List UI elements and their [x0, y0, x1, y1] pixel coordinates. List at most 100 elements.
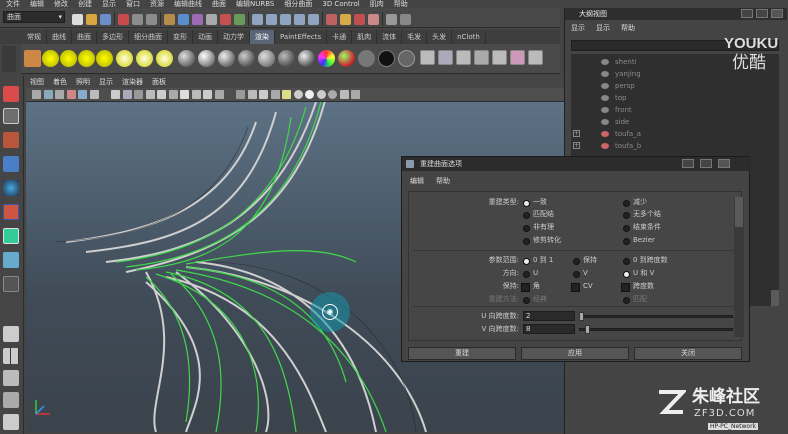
- maximize-icon[interactable]: [756, 9, 768, 18]
- rebuild-type-trim-convert[interactable]: 修剪转化: [523, 236, 561, 245]
- dialog-minimize-icon[interactable]: [682, 159, 694, 168]
- viewport-toolbar-icon[interactable]: [316, 90, 326, 99]
- shelf-render-4-icon[interactable]: [474, 50, 489, 65]
- viewport-toolbar-icon[interactable]: [351, 90, 360, 99]
- viewport-menu-item[interactable]: 照明: [76, 76, 90, 88]
- history-icon[interactable]: [326, 13, 337, 25]
- shelf-tab[interactable]: 变形: [168, 30, 193, 44]
- direction-u-and-v[interactable]: U 和 V: [623, 269, 654, 278]
- panel-toggle-icon[interactable]: [400, 13, 411, 25]
- viewport-toolbar-icon[interactable]: [180, 90, 189, 99]
- u-spans-field[interactable]: 2: [523, 311, 575, 321]
- shelf-tab[interactable]: nCloth: [452, 30, 486, 44]
- outliner-menu-item[interactable]: 显示: [571, 22, 585, 34]
- viewport-menu-item[interactable]: 视图: [30, 76, 44, 88]
- viewport-toolbar-icon[interactable]: [203, 90, 212, 99]
- minimize-icon[interactable]: [741, 9, 753, 18]
- viewport-menu-item[interactable]: 面板: [152, 76, 166, 88]
- shelf-material-lambert-icon[interactable]: [178, 50, 195, 67]
- menu-item[interactable]: 资源: [150, 0, 164, 8]
- shelf-material-phong-icon[interactable]: [218, 50, 235, 67]
- layout-four-icon[interactable]: [3, 348, 19, 364]
- viewport-toolbar-icon[interactable]: [43, 90, 53, 99]
- ipr-render-icon[interactable]: [354, 13, 365, 25]
- viewport-toolbar-icon[interactable]: [145, 90, 155, 99]
- scale-tool-icon[interactable]: [3, 204, 19, 220]
- save-scene-icon[interactable]: [100, 13, 111, 25]
- dialog-maximize-icon[interactable]: [700, 159, 712, 168]
- param-range-0-to-1[interactable]: 0 到 1: [523, 256, 553, 265]
- shelf-material-surface-icon[interactable]: [278, 50, 295, 67]
- snap-grid-icon[interactable]: [252, 13, 263, 25]
- rebuild-type-bezier[interactable]: Bezier: [623, 236, 655, 245]
- shelf-light-6-icon[interactable]: [136, 50, 153, 67]
- mask-2-icon[interactable]: [178, 13, 189, 25]
- viewport-toolbar-icon[interactable]: [89, 90, 99, 99]
- dialog-close-icon[interactable]: [718, 159, 730, 168]
- mask-icon[interactable]: [164, 13, 175, 25]
- keep-cvs-checkbox[interactable]: CV: [571, 282, 593, 292]
- viewport-toolbar-icon[interactable]: [168, 90, 178, 99]
- last-tool-icon[interactable]: [3, 276, 19, 292]
- expand-icon[interactable]: +: [573, 142, 580, 149]
- layout-single-icon[interactable]: [3, 326, 19, 342]
- shelf-material-anisotropic-icon[interactable]: [258, 50, 275, 67]
- outliner-item[interactable]: persp: [571, 80, 771, 92]
- menu-item[interactable]: 文件: [6, 0, 20, 8]
- mode-selector[interactable]: 曲面: [3, 11, 65, 23]
- rebuild-type-end-conditions[interactable]: 结束条件: [623, 223, 661, 232]
- outliner-scroll-thumb[interactable]: [771, 290, 779, 306]
- viewport-toolbar-icon[interactable]: [305, 90, 314, 99]
- viewport-toolbar-icon[interactable]: [122, 90, 132, 99]
- soft-mod-icon[interactable]: [3, 252, 19, 268]
- v-spans-slider[interactable]: [579, 328, 733, 331]
- shelf-tab[interactable]: 曲面: [72, 30, 97, 44]
- menu-item[interactable]: 修改: [54, 0, 68, 8]
- paint-select-icon[interactable]: [3, 132, 19, 148]
- viewport-toolbar-icon[interactable]: [328, 90, 337, 99]
- apply-button[interactable]: 应用: [521, 347, 629, 360]
- shelf-tab[interactable]: 细分曲面: [129, 30, 168, 44]
- shelf-material-phonge-icon[interactable]: [238, 50, 255, 67]
- layout-custom-icon[interactable]: [3, 414, 19, 430]
- mask-5-icon[interactable]: [220, 13, 231, 25]
- outliner-item[interactable]: side: [571, 116, 771, 128]
- outliner-item[interactable]: front: [571, 104, 771, 116]
- shelf-material-ramp-icon[interactable]: [318, 50, 335, 67]
- layout-two-icon[interactable]: [3, 370, 19, 386]
- shelf-material-white-icon[interactable]: [398, 50, 415, 67]
- snap-live-icon[interactable]: [308, 13, 319, 25]
- shelf-render-5-icon[interactable]: [492, 50, 507, 65]
- viewport-toolbar-icon[interactable]: [157, 90, 166, 99]
- mask-6-icon[interactable]: [234, 13, 245, 25]
- shelf-render-3-icon[interactable]: [456, 50, 471, 65]
- viewport-toolbar-icon[interactable]: [270, 90, 280, 99]
- shelf-arrow-icon[interactable]: [24, 50, 41, 67]
- menu-item[interactable]: 帮助: [394, 0, 408, 8]
- outliner-menu-item[interactable]: 显示: [596, 22, 610, 34]
- layout-outliner-icon[interactable]: [3, 392, 19, 408]
- select-hierarchy-icon[interactable]: [118, 13, 129, 25]
- viewport-menu-item[interactable]: 渲染器: [122, 76, 143, 88]
- shelf-tab[interactable]: 卡通: [327, 30, 353, 44]
- input-field-icon[interactable]: [386, 13, 397, 25]
- viewport-toolbar-icon[interactable]: [282, 90, 291, 99]
- shelf-tab[interactable]: 肌肉: [352, 30, 378, 44]
- shelf-light-7-icon[interactable]: [156, 50, 173, 67]
- rebuild-type-uniform[interactable]: 一致: [523, 198, 547, 207]
- viewport-toolbar-icon[interactable]: [191, 90, 201, 99]
- menu-item[interactable]: 窗口: [126, 0, 140, 8]
- shelf-tab[interactable]: PaintEffects: [275, 30, 328, 44]
- shelf-render-icon[interactable]: [420, 50, 435, 65]
- v-spans-slider-handle[interactable]: [585, 325, 590, 334]
- v-spans-field[interactable]: 8: [523, 324, 575, 334]
- menu-item[interactable]: 曲面: [212, 0, 226, 8]
- shelf-render-7-icon[interactable]: [528, 50, 543, 65]
- open-scene-icon[interactable]: [86, 13, 97, 25]
- menu-item[interactable]: 创建: [78, 0, 92, 8]
- viewport-menu-item[interactable]: 显示: [99, 76, 113, 88]
- mask-4-icon[interactable]: [206, 13, 217, 25]
- rotate-manipulator[interactable]: ◉: [310, 292, 350, 332]
- menu-item[interactable]: 肌肉: [370, 0, 384, 8]
- viewport-menu-item[interactable]: 着色: [53, 76, 67, 88]
